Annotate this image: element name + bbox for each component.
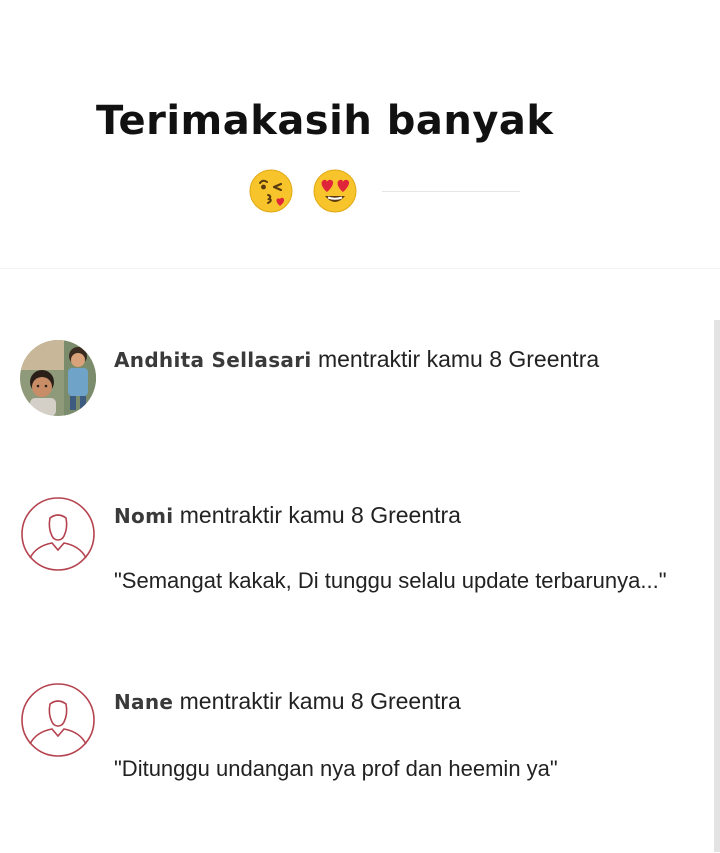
divider [382,191,520,192]
supporter-name[interactable]: Andhita Sellasari [114,348,312,372]
supporter-message: "Ditunggu undangan nya prof dan heemin y… [114,756,558,781]
supporter-action: mentraktir kamu 8 Greentra [179,688,461,714]
face-blowing-kiss-icon [248,168,294,214]
supporter-action: mentraktir kamu 8 Greentra [179,502,461,528]
supporter-message: "Semangat kakak, Di tunggu selalu update… [114,568,667,593]
heart-eyes-icon [312,168,358,214]
supporter-name[interactable]: Nomi [114,504,173,528]
page-title: Terimakasih banyak [96,98,554,144]
avatar[interactable] [20,682,96,758]
header: Terimakasih banyak [0,0,720,268]
supporter-name[interactable]: Nane [114,690,173,714]
supporter-action: mentraktir kamu 8 Greentra [317,346,600,372]
emoji-row [248,166,376,216]
supporter-line: Nane mentraktir kamu 8 Greentra [114,688,461,715]
scrollbar[interactable] [714,320,720,852]
avatar[interactable] [20,340,96,416]
supporter-line: Nomi mentraktir kamu 8 Greentra [114,502,461,529]
supporter-line: Andhita Sellasari mentraktir kamu 8 Gree… [114,346,599,373]
default-user-icon [21,497,95,571]
avatar[interactable] [20,496,96,572]
default-user-icon [21,683,95,757]
